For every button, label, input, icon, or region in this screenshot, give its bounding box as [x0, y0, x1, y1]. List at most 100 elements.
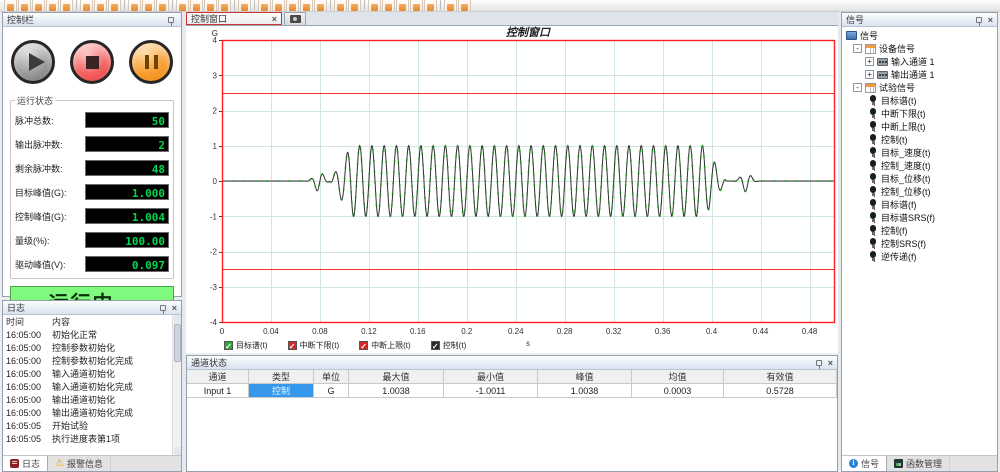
chart-linlog-icon[interactable] [190, 0, 203, 12]
refresh-icon[interactable] [444, 0, 457, 12]
signal-panel: 信号 × 信号-设备信号+输入通道 1+输出通道 1-试验信号目标谱(t)中断下… [841, 12, 998, 472]
column-header[interactable]: 最大值 [349, 370, 444, 384]
status-field-value-led: 1.000 [85, 184, 169, 200]
pan-icon[interactable] [396, 0, 409, 12]
save-file-icon[interactable] [32, 0, 45, 12]
column-header[interactable]: 通道 [187, 370, 249, 384]
print-icon[interactable] [108, 0, 121, 12]
log-row[interactable]: 16:05:00初始化正常 [6, 328, 171, 341]
chart-octave-icon[interactable] [218, 0, 231, 12]
pin-icon[interactable] [160, 305, 166, 311]
tree-signal-item[interactable]: 控制(f) [845, 224, 997, 237]
tab-control-window[interactable]: 控制窗口 × [186, 12, 282, 25]
tree-channel[interactable]: +输出通道 1 [845, 68, 997, 81]
column-header[interactable]: 单位 [314, 370, 349, 384]
tab-secondary[interactable]: 函数管理 [887, 456, 950, 471]
layout-grid-2-icon[interactable] [272, 0, 285, 12]
tab-snapshot[interactable] [284, 12, 306, 25]
zoom-in-icon[interactable] [410, 0, 423, 12]
column-header[interactable]: 类型 [249, 370, 314, 384]
layout-grid-3-icon[interactable] [286, 0, 299, 12]
legend-item: ✓中断下限(t) [288, 340, 340, 351]
tab-secondary[interactable]: ⚠报警信息 [48, 456, 111, 471]
channel-row[interactable]: Input 1控制G1.0038-1.00111.00380.00030.572… [187, 384, 837, 398]
pin-icon[interactable] [816, 360, 822, 366]
tree-signal-item[interactable]: 中断下限(t) [845, 107, 997, 120]
tree-channel[interactable]: +输入通道 1 [845, 55, 997, 68]
control-chart-canvas[interactable] [186, 26, 838, 353]
copy-icon[interactable] [80, 0, 93, 12]
tree-group[interactable]: -设备信号 [845, 42, 997, 55]
tree-signal-item[interactable]: 目标_速度(t) [845, 146, 997, 159]
tab-primary[interactable]: 日志 [3, 456, 48, 471]
play-button[interactable] [11, 40, 55, 84]
pie-chart-icon[interactable] [142, 0, 155, 12]
log-row[interactable]: 16:05:00控制参数初始化完成 [6, 354, 171, 367]
tree-signal-item[interactable]: 目标谱(t) [845, 94, 997, 107]
layout-grid-5-icon[interactable] [314, 0, 327, 12]
play-icon [29, 53, 45, 71]
legend-checkbox[interactable]: ✓ [288, 341, 297, 350]
log-row[interactable]: 16:05:05执行进度表第1项 [6, 432, 171, 445]
tree-signal-item[interactable]: 目标谱SRS(f) [845, 211, 997, 224]
zoom-out-icon[interactable] [424, 0, 437, 12]
fit-height-icon[interactable] [382, 0, 395, 12]
save-all-icon[interactable] [46, 0, 59, 12]
tab-close-icon[interactable]: × [272, 15, 277, 23]
expand-icon[interactable]: - [853, 44, 862, 53]
tree-signal-item[interactable]: 控制_速度(t) [845, 159, 997, 172]
tree-group[interactable]: -试验信号 [845, 81, 997, 94]
chart-loglog-icon[interactable] [204, 0, 217, 12]
tree-signal-item[interactable]: 中断上限(t) [845, 120, 997, 133]
paste-icon[interactable] [94, 0, 107, 12]
column-header[interactable]: 有效值 [724, 370, 837, 384]
chart-linlin-icon[interactable] [176, 0, 189, 12]
open-file-icon[interactable] [18, 0, 31, 12]
log-row[interactable]: 16:05:00输入通道初始化 [6, 367, 171, 380]
expand-icon[interactable]: - [853, 83, 862, 92]
legend-checkbox[interactable]: ✓ [359, 341, 368, 350]
log-row[interactable]: 16:05:00输出通道初始化 [6, 393, 171, 406]
panel-left-icon[interactable] [334, 0, 347, 12]
legend-checkbox[interactable]: ✓ [431, 341, 440, 350]
close-icon[interactable] [458, 0, 471, 12]
close-icon[interactable]: × [988, 16, 993, 24]
pin-icon[interactable] [168, 17, 174, 23]
scrollbar-thumb[interactable] [174, 324, 181, 362]
pause-button[interactable] [129, 40, 173, 84]
tab-primary[interactable]: i信号 [842, 456, 887, 471]
log-row[interactable]: 16:05:00输出通道初始化完成 [6, 406, 171, 419]
close-icon[interactable]: × [172, 304, 177, 312]
column-header[interactable]: 最小值 [444, 370, 538, 384]
chip-icon [877, 58, 888, 66]
stop-button[interactable] [70, 40, 114, 84]
expand-icon[interactable]: + [865, 57, 874, 66]
log-row[interactable]: 16:05:05开始试验 [6, 419, 171, 432]
new-file-icon[interactable] [4, 0, 17, 12]
clock-icon[interactable] [156, 0, 169, 12]
waveform-icon[interactable] [238, 0, 251, 12]
tree-root-signal[interactable]: 信号 [845, 29, 997, 42]
tree-signal-item[interactable]: 控制_位移(t) [845, 185, 997, 198]
panel-right-icon[interactable] [348, 0, 361, 12]
expand-icon[interactable]: + [865, 70, 874, 79]
column-header[interactable]: 均值 [632, 370, 724, 384]
tree-signal-item[interactable]: 逆传递(f) [845, 250, 997, 263]
close-icon[interactable]: × [828, 359, 833, 367]
log-row[interactable]: 16:05:00控制参数初始化 [6, 341, 171, 354]
tree-signal-item[interactable]: 目标谱(f) [845, 198, 997, 211]
legend-checkbox[interactable]: ✓ [224, 341, 233, 350]
column-header[interactable]: 峰值 [538, 370, 632, 384]
tree-signal-item[interactable]: 控制SRS(f) [845, 237, 997, 250]
fit-width-icon[interactable] [368, 0, 381, 12]
import-icon[interactable] [60, 0, 73, 12]
pin-icon[interactable] [976, 17, 982, 23]
log-row[interactable]: 16:05:00输入通道初始化完成 [6, 380, 171, 393]
log-scrollbar[interactable] [172, 315, 181, 455]
tree-signal-item[interactable]: 目标_位移(t) [845, 172, 997, 185]
star-icon[interactable] [128, 0, 141, 12]
tree-signal-item[interactable]: 控制(t) [845, 133, 997, 146]
channel-cell: Input 1 [187, 384, 249, 398]
layout-grid-4-icon[interactable] [300, 0, 313, 12]
layout-grid-1-icon[interactable] [258, 0, 271, 12]
